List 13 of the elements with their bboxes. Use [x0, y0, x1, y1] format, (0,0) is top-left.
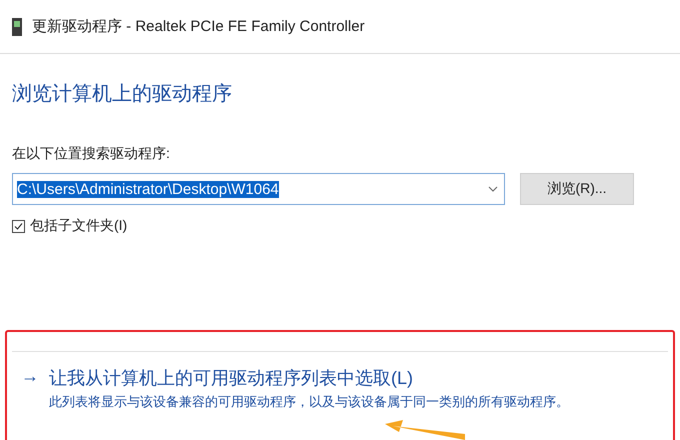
driver-list-link[interactable]: 让我从计算机上的可用驱动程序列表中选取(L)	[49, 366, 659, 390]
checkbox-label: 包括子文件夹(I)	[30, 217, 128, 235]
path-combo-field[interactable]: C:\Users\Administrator\Desktop\W1064	[12, 173, 505, 205]
chevron-down-icon	[488, 186, 498, 192]
browse-button[interactable]: 浏览(R)...	[520, 173, 634, 205]
network-device-icon	[12, 18, 22, 36]
arrow-glyph: →	[21, 366, 39, 388]
window-title: 更新驱动程序 - Realtek PCIe FE Family Controller	[32, 17, 365, 36]
option-description: 此列表将显示与该设备兼容的可用驱动程序，以及与该设备属于同一类别的所有驱动程序。	[49, 393, 570, 411]
pointer-arrow-icon	[385, 420, 465, 440]
checkbox[interactable]	[12, 220, 25, 232]
search-label: 在以下位置搜索驱动程序:	[12, 145, 171, 163]
page-heading: 浏览计算机上的驱动程序	[12, 82, 233, 107]
